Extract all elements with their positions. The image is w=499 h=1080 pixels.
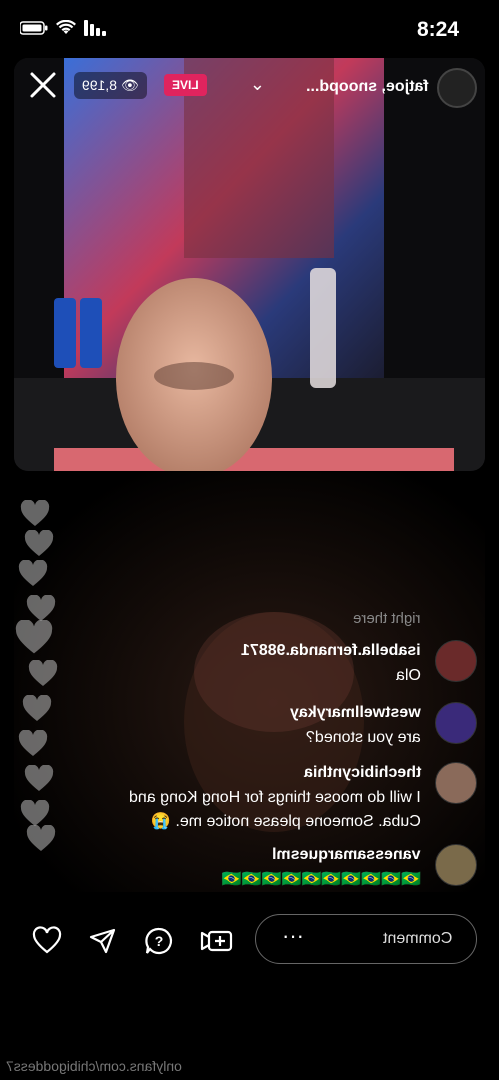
close-icon[interactable] <box>28 70 58 100</box>
comment-item[interactable]: vanessamarquesml 🇧🇷🇧🇷🇧🇷🇧🇷🇧🇷🇧🇷🇧🇷🇧🇷🇧🇷🇧🇷 <box>37 844 477 894</box>
commenter-avatar[interactable] <box>435 762 477 804</box>
commenter-username: thechibicynthia <box>303 764 421 781</box>
signal-icon <box>84 20 106 36</box>
live-badge: LIVE <box>164 74 207 96</box>
host-video[interactable] <box>14 58 485 471</box>
comment-item[interactable]: isabella.fernanda.98871 Ola <box>37 640 477 690</box>
commenter-avatar[interactable] <box>435 640 477 682</box>
heart-icon <box>26 595 56 621</box>
comment-text-line: I will do moose things for Hong Kong and <box>129 789 421 806</box>
status-bar: 8:24 <box>0 0 499 60</box>
host-username[interactable]: fatjoe, snoopd... <box>306 78 429 96</box>
eye-icon: 👁 <box>120 77 139 93</box>
question-icon[interactable]: ? <box>144 926 174 956</box>
comment-item[interactable]: thechibicynthia I will do moose things f… <box>37 762 477 842</box>
viewer-count-badge[interactable]: 8,199 👁 <box>74 72 147 99</box>
status-icons <box>20 20 106 36</box>
comment-item[interactable]: westwellmarykay are you stoned? <box>37 702 477 752</box>
comment-text: are you stoned? <box>306 729 421 746</box>
chevron-down-icon[interactable]: ⌄ <box>250 74 265 95</box>
commenter-username: westwellmarykay <box>290 704 421 721</box>
add-guest-video-icon[interactable] <box>200 926 234 956</box>
send-icon[interactable] <box>88 926 118 956</box>
host-avatar[interactable] <box>437 68 477 108</box>
svg-text:?: ? <box>155 933 164 949</box>
watermark: onlyfans.com/chibigoddess7 <box>6 1058 182 1074</box>
heart-icon <box>24 530 54 556</box>
commenter-username: vanessamarquesml <box>272 846 421 863</box>
comment-text-line: Cuba. Someone please notice me. 😭 <box>151 813 421 830</box>
host-video-frame <box>14 58 485 471</box>
heart-icon <box>18 560 48 586</box>
wifi-icon <box>56 20 76 34</box>
commenter-avatar[interactable] <box>435 844 477 886</box>
status-time: 8:24 <box>416 18 459 41</box>
bottom-action-bar: ? ··· Comment <box>0 912 499 972</box>
comment-input[interactable]: ··· Comment <box>255 914 477 964</box>
comment-text: 🇧🇷🇧🇷🇧🇷🇧🇷🇧🇷🇧🇷🇧🇷🇧🇷🇧🇷🇧🇷 <box>221 871 421 888</box>
heart-icon[interactable] <box>32 926 62 956</box>
faded-comment: right there <box>353 610 421 627</box>
more-options-icon[interactable]: ··· <box>282 923 304 949</box>
viewer-count: 8,199 <box>82 77 118 93</box>
battery-icon <box>20 21 48 35</box>
heart-icon <box>20 500 50 526</box>
commenter-avatar[interactable] <box>435 702 477 744</box>
comment-text: Ola <box>396 667 421 684</box>
comment-placeholder: Comment <box>382 930 452 947</box>
live-header: 8,199 👁 LIVE ⌄ fatjoe, snoopd... <box>14 64 485 112</box>
commenter-username: isabella.fernanda.98871 <box>241 642 421 659</box>
